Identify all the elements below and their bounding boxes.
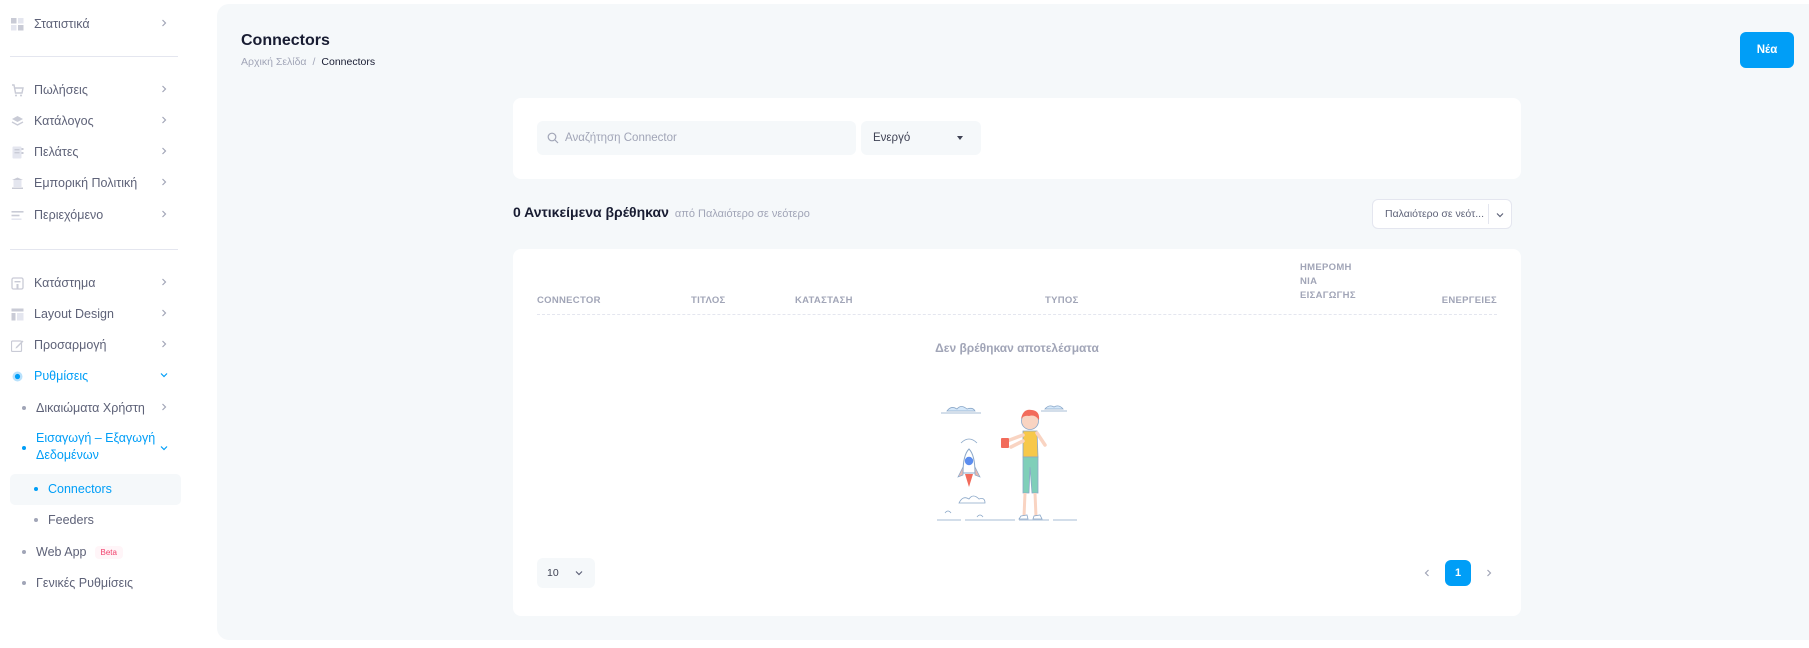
sort-select[interactable]: Παλαιότερο σε νεότ... — [1372, 199, 1512, 229]
pagination: 1 — [1419, 560, 1497, 586]
column-header-status[interactable]: ΚΑΤΑΣΤΑΣΗ — [795, 295, 853, 306]
sidebar-item-label: Connectors — [48, 482, 112, 496]
main-content: Connectors Αρχική Σελίδα / Connectors Νέ… — [217, 4, 1809, 640]
contacts-book-icon — [10, 145, 24, 159]
breadcrumb-separator: / — [312, 56, 316, 68]
sidebar-item-label: Γενικές Ρυθμίσεις — [36, 576, 133, 590]
results-count: 0 Αντικείμενα βρέθηκαν — [513, 204, 669, 220]
table-header-divider — [537, 314, 1497, 315]
column-header-import-date-line1: ΗΜΕΡΟΜΗ — [1300, 262, 1352, 273]
page-button-current[interactable]: 1 — [1445, 560, 1471, 586]
sidebar-item-general-settings[interactable]: Γενικές Ρυθμίσεις — [22, 568, 180, 598]
cart-icon — [10, 83, 24, 97]
chevron-right-icon — [162, 147, 167, 155]
column-header-import-date-line3: ΕΙΣΑΓΩΓΗΣ — [1300, 290, 1356, 301]
chevron-right-icon — [162, 309, 167, 317]
sidebar-item-web-app[interactable]: Web App Beta — [22, 537, 180, 567]
sidebar-divider — [10, 249, 178, 250]
sidebar-item-content[interactable]: Περιεχόμενο — [10, 200, 180, 230]
edit-icon — [10, 338, 24, 352]
bullet-icon — [34, 487, 38, 491]
bullet-icon — [22, 406, 26, 410]
chevron-down-icon — [1496, 213, 1504, 218]
column-header-actions: ΕΝΕΡΓΕΙΕΣ — [1441, 295, 1497, 306]
status-select[interactable]: Ενεργό — [861, 121, 981, 155]
sidebar-item-store[interactable]: Κατάστημα — [10, 268, 180, 298]
chevron-left-icon — [1424, 569, 1429, 577]
sidebar-item-label: Feeders — [48, 513, 94, 527]
sidebar-item-layout-design[interactable]: Layout Design — [10, 299, 180, 329]
empty-state-text: Δεν βρέθηκαν αποτελέσματα — [935, 341, 1099, 355]
bank-icon — [10, 176, 24, 190]
breadcrumb-current: Connectors — [321, 56, 376, 68]
caret-down-icon — [957, 136, 963, 140]
status-select-value: Ενεργό — [873, 132, 911, 144]
sidebar-item-statistics[interactable]: Στατιστικά — [10, 9, 180, 39]
previous-page-button[interactable] — [1419, 560, 1435, 586]
sidebar-divider — [10, 56, 178, 57]
sidebar-item-settings[interactable]: Ρυθμίσεις — [10, 361, 180, 391]
bullet-icon — [22, 581, 26, 585]
chevron-right-icon — [162, 340, 167, 348]
bullet-icon — [22, 550, 26, 554]
sidebar-item-catalog[interactable]: Κατάλογος — [10, 106, 180, 136]
sidebar-item-import-export[interactable]: Εισαγωγή – Εξαγωγή Δεδομένων — [22, 430, 180, 466]
search-input[interactable] — [565, 132, 845, 144]
chevron-down-icon — [160, 373, 168, 378]
results-summary: 0 Αντικείμενα βρέθηκαν από Παλαιότερο σε… — [513, 204, 810, 220]
chevron-right-icon — [162, 403, 167, 411]
sidebar-item-connectors[interactable]: Connectors — [34, 474, 180, 504]
sidebar-item-label-line1: Εισαγωγή – Εξαγωγή — [36, 431, 156, 445]
new-button[interactable]: Νέα — [1740, 32, 1794, 68]
store-icon — [10, 276, 24, 290]
sidebar-item-label: Εισαγωγή – Εξαγωγή Δεδομένων — [36, 430, 155, 464]
sort-select-value: Παλαιότερο σε νεότ... — [1385, 208, 1484, 220]
sidebar-item-customization[interactable]: Προσαρμογή — [10, 330, 180, 360]
chevron-right-icon — [162, 19, 167, 27]
chevron-right-icon — [1487, 569, 1492, 577]
sidebar: Στατιστικά Πωλήσεις Κατάλογος Πελάτες Εμ… — [0, 0, 190, 648]
layers-icon — [10, 114, 24, 128]
column-header-import-date-line2: ΝΙΑ — [1300, 276, 1318, 287]
dashboard-icon — [10, 17, 24, 31]
column-header-connector[interactable]: CONNECTOR — [537, 295, 601, 306]
gear-icon — [10, 369, 24, 383]
column-header-type[interactable]: ΤΥΠΟΣ — [1045, 295, 1079, 306]
search-box[interactable] — [537, 121, 856, 155]
chevron-down-icon — [160, 446, 168, 451]
results-sort-text: από Παλαιότερο σε νεότερο — [674, 208, 810, 220]
filter-card: Ενεργό — [513, 98, 1521, 179]
breadcrumb-home-link[interactable]: Αρχική Σελίδα — [241, 56, 307, 68]
chevron-down-icon — [575, 571, 583, 576]
text-lines-icon — [10, 208, 24, 222]
table-card: CONNECTOR ΤΙΤΛΟΣ ΚΑΤΑΣΤΑΣΗ ΤΥΠΟΣ ΗΜΕΡΟΜΗ… — [513, 249, 1521, 616]
empty-state-illustration — [937, 405, 1077, 521]
sort-select-divider — [1488, 204, 1489, 224]
beta-badge: Beta — [94, 545, 123, 559]
chevron-right-icon — [162, 116, 167, 124]
page-size-value: 10 — [547, 567, 559, 579]
sidebar-item-user-rights[interactable]: Δικαιώματα Χρήστη — [22, 393, 180, 423]
column-header-import-date[interactable]: ΗΜΕΡΟΜΗ ΝΙΑ ΕΙΣΑΓΩΓΗΣ — [1300, 261, 1356, 303]
layout-icon — [10, 307, 24, 321]
search-icon — [547, 132, 559, 144]
sidebar-item-label-line2: Δεδομένων — [36, 448, 99, 462]
sidebar-item-commercial-policy[interactable]: Εμπορική Πολιτική — [10, 168, 180, 198]
chevron-right-icon — [162, 278, 167, 286]
sidebar-item-sales[interactable]: Πωλήσεις — [10, 75, 180, 105]
sidebar-item-customers[interactable]: Πελάτες — [10, 137, 180, 167]
chevron-right-icon — [162, 210, 167, 218]
page-size-select[interactable]: 10 — [537, 558, 595, 588]
sidebar-item-feeders[interactable]: Feeders — [34, 505, 180, 535]
bullet-icon — [34, 518, 38, 522]
bullet-icon — [22, 446, 26, 450]
breadcrumb: Αρχική Σελίδα / Connectors — [241, 56, 375, 68]
next-page-button[interactable] — [1481, 560, 1497, 586]
chevron-right-icon — [162, 85, 167, 93]
sidebar-item-label: Web App — [36, 545, 87, 559]
page-title: Connectors — [241, 32, 330, 49]
column-header-title[interactable]: ΤΙΤΛΟΣ — [691, 295, 726, 306]
sidebar-item-label: Δικαιώματα Χρήστη — [36, 401, 145, 415]
chevron-right-icon — [162, 178, 167, 186]
